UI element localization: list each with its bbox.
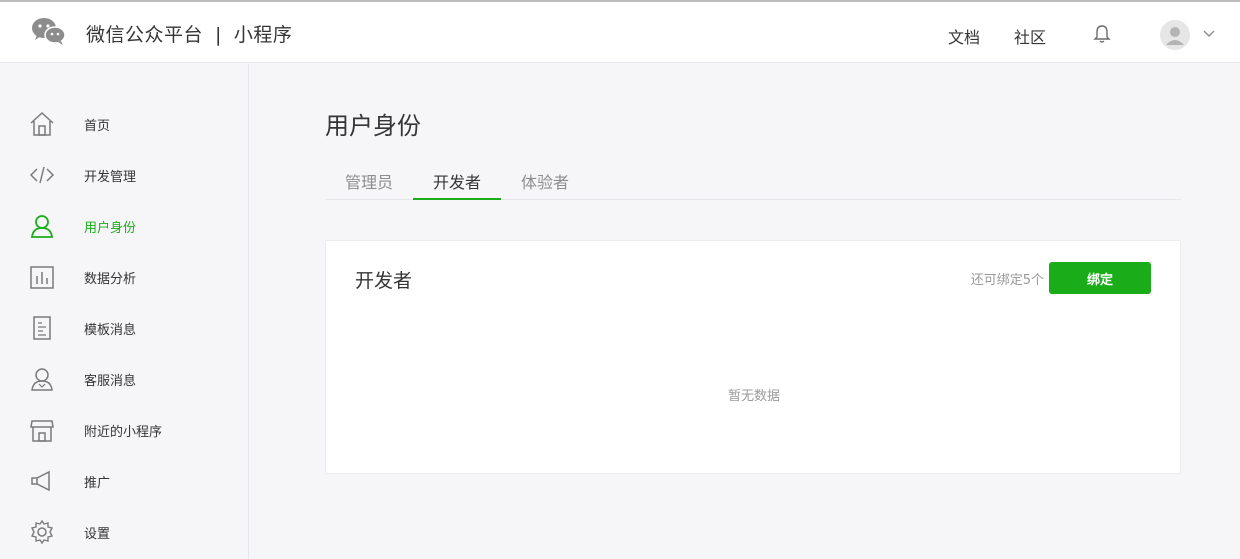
- sidebar-item-label: 用户身份: [84, 221, 137, 236]
- document-icon: [33, 316, 51, 340]
- sidebar-item-customer-service[interactable]: 客服消息: [0, 358, 248, 398]
- bind-quota-text: 还可绑定5个: [970, 273, 1044, 288]
- tab-developer[interactable]: 开发者: [413, 169, 501, 200]
- sidebar-item-template-messages[interactable]: 模板消息: [0, 307, 248, 347]
- sidebar-item-label: 附近的小程序: [84, 425, 163, 440]
- avatar[interactable]: [1160, 20, 1190, 50]
- sidebar-item-dev-management[interactable]: 开发管理: [0, 154, 248, 194]
- empty-state-text: 暂无数据: [727, 389, 780, 404]
- user-avatar-icon: [1166, 27, 1184, 45]
- code-icon: [29, 166, 55, 184]
- bell-icon[interactable]: [1093, 24, 1111, 44]
- sidebar-item-home[interactable]: 首页: [0, 103, 248, 143]
- store-icon: [30, 420, 54, 442]
- sidebar-item-label: 推广: [84, 476, 111, 491]
- brand-title: 微信公众平台 | 小程序: [86, 20, 292, 47]
- sidebar-item-settings[interactable]: 设置: [0, 511, 248, 551]
- sidebar-item-label: 开发管理: [84, 170, 137, 185]
- tab-tester[interactable]: 体验者: [501, 169, 589, 200]
- developer-card: 开发者 还可绑定5个 绑定 暂无数据: [325, 240, 1181, 474]
- tab-admin[interactable]: 管理员: [325, 169, 413, 200]
- top-header: 微信公众平台 | 小程序 文档 社区: [0, 0, 1240, 63]
- sidebar-item-label: 首页: [84, 119, 111, 134]
- sidebar-item-promotion[interactable]: 推广: [0, 460, 248, 500]
- sidebar-item-label: 客服消息: [84, 374, 137, 389]
- customer-service-icon: [31, 368, 53, 391]
- megaphone-icon: [31, 470, 50, 492]
- sidebar-item-label: 模板消息: [84, 323, 137, 338]
- home-icon: [30, 111, 54, 136]
- bind-button[interactable]: 绑定: [1049, 262, 1151, 294]
- sidebar-item-data-analysis[interactable]: 数据分析: [0, 256, 248, 296]
- sidebar-item-nearby-miniprogram[interactable]: 附近的小程序: [0, 409, 248, 449]
- user-icon: [30, 215, 54, 238]
- community-link[interactable]: 社区: [1014, 24, 1046, 48]
- brand-sub: 小程序: [233, 24, 293, 46]
- gear-icon: [30, 519, 54, 545]
- card-title: 开发者: [355, 270, 413, 292]
- page-title: 用户身份: [325, 112, 421, 140]
- brand-main[interactable]: 微信公众平台: [86, 24, 203, 46]
- brand-separator: |: [215, 24, 222, 46]
- tab-bar: 管理员 开发者 体验者: [325, 163, 1181, 200]
- sidebar-item-user-identity[interactable]: 用户身份: [0, 205, 248, 245]
- docs-link[interactable]: 文档: [948, 24, 980, 48]
- chart-icon: [30, 266, 54, 289]
- wechat-logo-icon[interactable]: [31, 16, 67, 46]
- sidebar-item-label: 设置: [84, 527, 111, 542]
- sidebar-item-label: 数据分析: [84, 272, 137, 287]
- sidebar: 首页 开发管理 用户身份 数据分析 模板消息 客服消息 附近的小程序 推广 设置: [0, 64, 249, 559]
- chevron-down-icon[interactable]: [1203, 28, 1215, 38]
